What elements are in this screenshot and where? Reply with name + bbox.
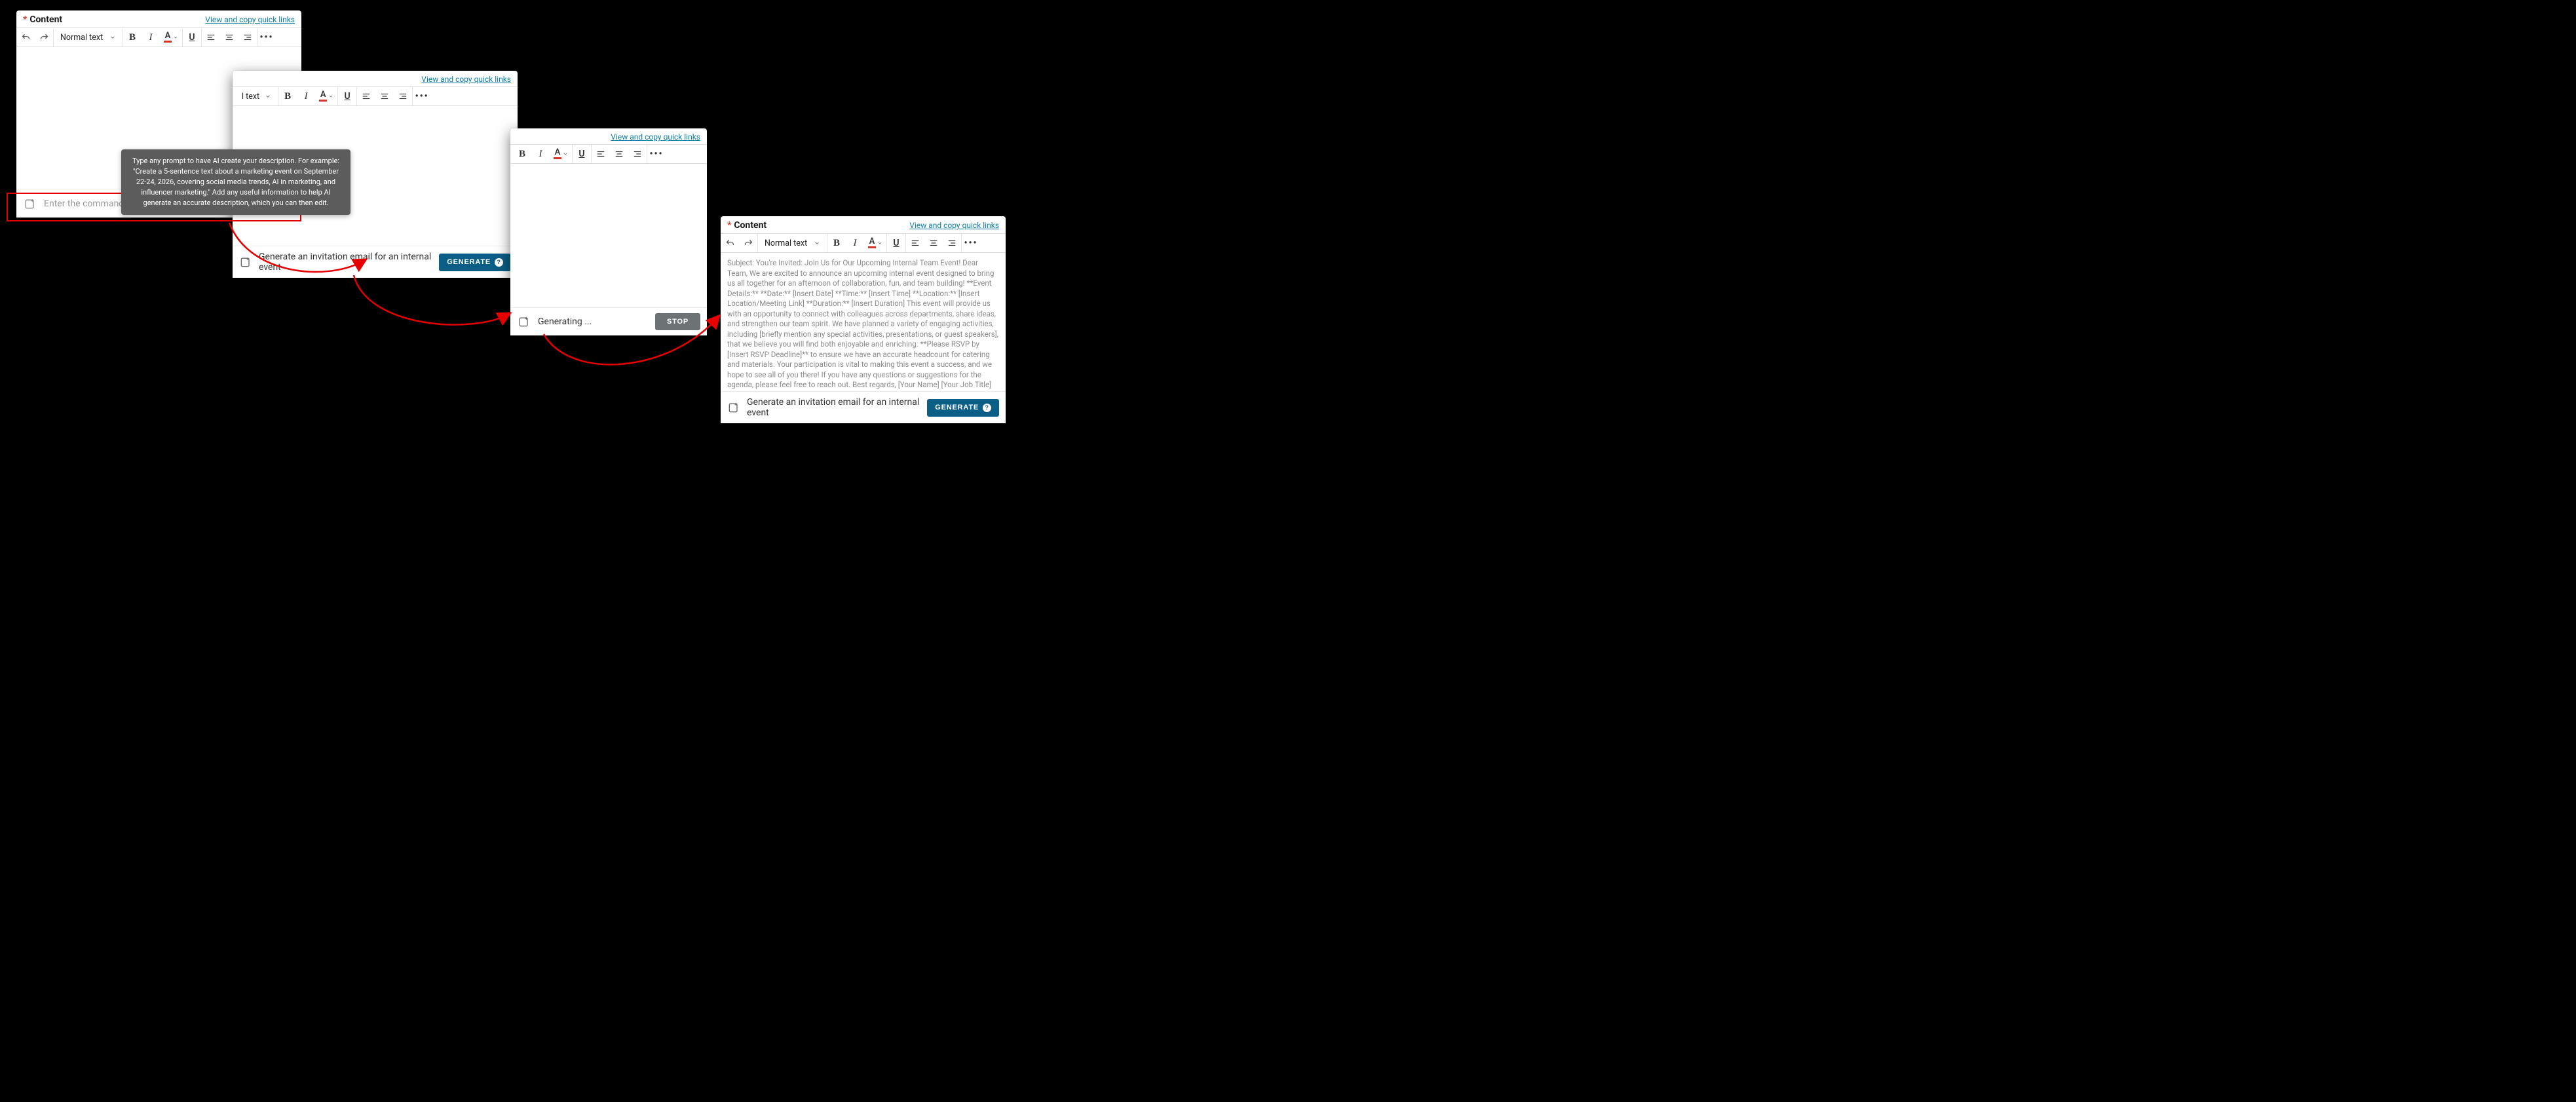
italic-button[interactable]: I (297, 87, 315, 105)
editor-content-area[interactable] (510, 164, 707, 307)
align-left-button[interactable] (592, 145, 610, 163)
align-right-button[interactable] (943, 234, 961, 252)
align-center-button[interactable] (220, 28, 238, 47)
chevron-down-icon (563, 151, 568, 157)
editor-toolbar: Normal text B I A U ••• (16, 28, 301, 47)
italic-button[interactable]: I (531, 145, 550, 163)
align-right-button[interactable] (238, 28, 257, 47)
content-label: Content (29, 14, 62, 25)
panel-header: * Content View and copy quick links (16, 10, 301, 28)
more-button[interactable]: ••• (962, 234, 980, 252)
text-color-button[interactable]: A (160, 28, 182, 47)
align-left-button[interactable] (906, 234, 924, 252)
align-left-button[interactable] (202, 28, 220, 47)
align-right-button[interactable] (628, 145, 647, 163)
text-color-button[interactable]: A (315, 87, 337, 105)
text-style-label: Normal text (60, 33, 103, 43)
undo-icon[interactable] (16, 28, 35, 47)
required-asterisk: * (727, 220, 731, 231)
required-asterisk: * (23, 14, 27, 25)
text-style-select[interactable]: Normal text (54, 33, 123, 43)
more-button[interactable]: ••• (647, 145, 666, 163)
align-center-button[interactable] (924, 234, 943, 252)
ai-command-bar: Generating ... STOP (510, 307, 707, 335)
underline-button[interactable]: U (183, 28, 201, 47)
underline-button[interactable]: U (573, 145, 591, 163)
bold-button[interactable]: B (827, 234, 846, 252)
ai-sparkle-icon (239, 255, 252, 269)
stop-button[interactable]: STOP (655, 313, 700, 330)
more-button[interactable]: ••• (413, 87, 431, 105)
generate-label: GENERATE (447, 258, 491, 266)
generate-button[interactable]: GENERATE ? (927, 399, 999, 417)
undo-icon[interactable] (721, 234, 739, 252)
underline-button[interactable]: U (887, 234, 905, 252)
panel-header: View and copy quick links (510, 128, 707, 144)
generate-label: GENERATE (935, 404, 979, 411)
ai-command-input[interactable]: Generate an invitation email for an inte… (747, 397, 920, 418)
text-style-select[interactable]: l text (235, 92, 278, 102)
panel-header: View and copy quick links (233, 71, 518, 86)
chevron-down-icon (814, 240, 820, 246)
ai-sparkle-icon (23, 197, 37, 211)
editor-panel-3: View and copy quick links B I A U ••• Ge… (510, 128, 707, 335)
ai-command-bar: Generate an invitation email for an inte… (233, 246, 518, 278)
redo-icon[interactable] (739, 234, 757, 252)
italic-button[interactable]: I (846, 234, 864, 252)
quick-links-link[interactable]: View and copy quick links (611, 132, 700, 142)
content-label: Content (734, 220, 767, 231)
italic-button[interactable]: I (142, 28, 160, 47)
quick-links-link[interactable]: View and copy quick links (421, 75, 511, 84)
ai-sparkle-icon (517, 314, 531, 329)
ai-status-text: Generating ... (538, 316, 649, 327)
chevron-down-icon (877, 240, 882, 246)
redo-icon[interactable] (35, 28, 53, 47)
chevron-down-icon (109, 34, 116, 41)
bold-button[interactable]: B (513, 145, 531, 163)
text-style-label: l text (242, 92, 259, 102)
align-center-button[interactable] (610, 145, 628, 163)
help-icon: ? (495, 258, 503, 267)
generate-button[interactable]: GENERATE ? (439, 254, 511, 271)
align-center-button[interactable] (375, 87, 394, 105)
editor-toolbar: l text B I A U ••• (233, 86, 518, 106)
text-style-select[interactable]: Normal text (758, 238, 827, 248)
editor-content-area[interactable]: Subject: You're Invited: Join Us for Our… (721, 253, 1006, 391)
more-button[interactable]: ••• (257, 28, 276, 47)
quick-links-link[interactable]: View and copy quick links (909, 221, 999, 230)
ai-tooltip: Type any prompt to have AI create your d… (121, 149, 350, 215)
ai-command-bar: Generate an invitation email for an inte… (721, 391, 1006, 423)
chevron-down-icon (265, 93, 271, 100)
ai-command-input[interactable]: Generate an invitation email for an inte… (259, 252, 432, 273)
bold-button[interactable]: B (278, 87, 297, 105)
ai-sparkle-icon (727, 400, 740, 415)
chevron-down-icon (328, 94, 333, 99)
bold-button[interactable]: B (123, 28, 142, 47)
help-icon: ? (983, 404, 991, 412)
align-left-button[interactable] (357, 87, 375, 105)
panel-header: * Content View and copy quick links (721, 216, 1006, 233)
editor-panel-4: * Content View and copy quick links Norm… (721, 216, 1006, 423)
editor-toolbar: Normal text B I A U ••• (721, 233, 1006, 253)
underline-button[interactable]: U (338, 87, 356, 105)
text-style-label: Normal text (765, 238, 807, 248)
editor-toolbar: B I A U ••• (510, 144, 707, 164)
chevron-down-icon (173, 35, 178, 40)
text-color-button[interactable]: A (550, 145, 572, 163)
align-right-button[interactable] (394, 87, 412, 105)
quick-links-link[interactable]: View and copy quick links (205, 15, 295, 24)
text-color-button[interactable]: A (864, 234, 886, 252)
